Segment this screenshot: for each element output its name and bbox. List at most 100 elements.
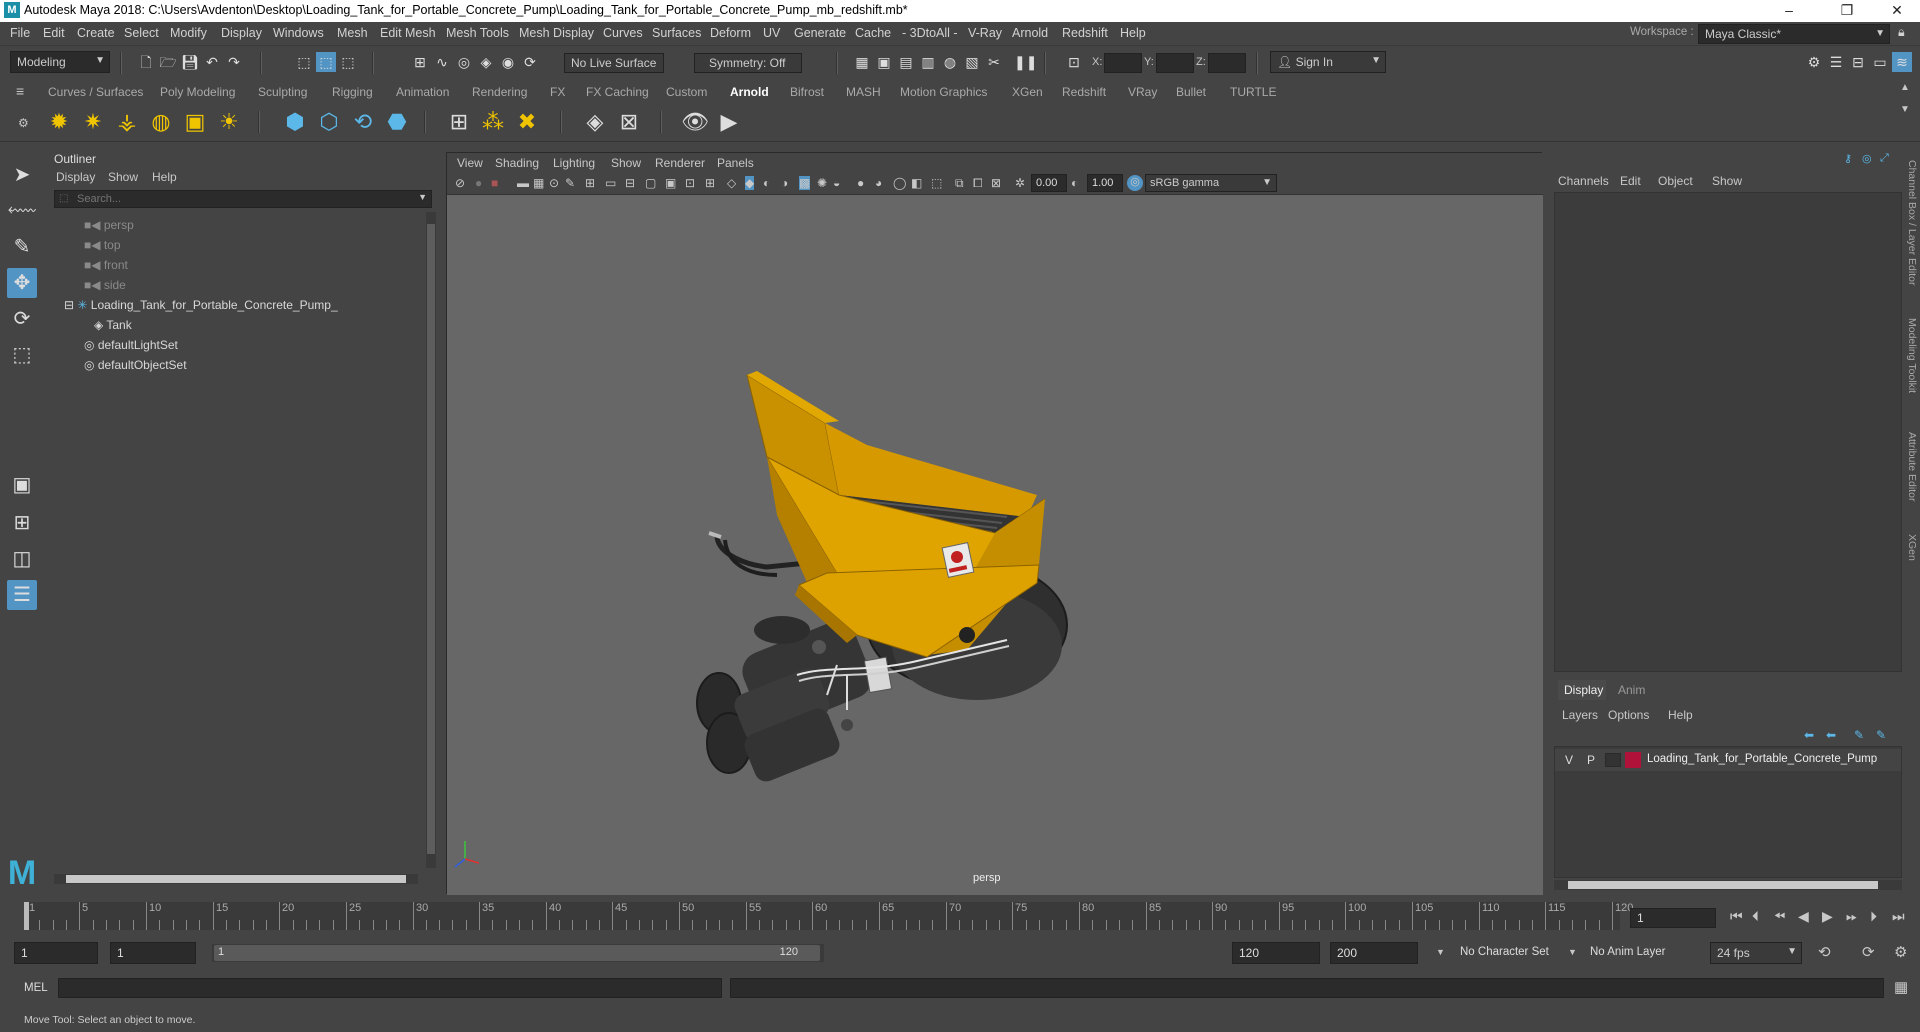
list-item[interactable]: ■◀ side [84,278,126,292]
two-d-pan-icon[interactable]: ⊙ [549,176,559,190]
menu-curves[interactable]: Curves [603,26,643,40]
viewport-menu-show[interactable]: Show [611,156,641,170]
snap-view-icon[interactable]: ◈ [476,52,496,72]
fps-dropdown[interactable]: 24 fps ▼ [1710,942,1802,964]
select-tool-icon[interactable]: ➤ [7,160,37,190]
four-view-layout-icon[interactable]: ⊞ [7,508,37,538]
undo-icon[interactable]: ↶ [202,52,222,72]
list-item[interactable]: ◈ Tank [94,318,132,332]
viewport-canvas[interactable]: persp [447,195,1543,895]
mesh-light-icon[interactable]: ✷ [78,107,108,137]
depth-of-field-icon[interactable]: ◧ [911,176,922,190]
modeling-toolkit-icon[interactable]: ⚙ [1804,52,1824,72]
select-component-icon[interactable]: ⬚ [338,52,358,72]
ipr-render-icon[interactable]: ▤ [896,52,916,72]
menu-uv[interactable]: UV [763,26,780,40]
shelf-scroll-down-icon[interactable]: ▼ [1900,104,1910,115]
side-tab-channel-box[interactable]: Channel Box / Layer Editor [1906,160,1918,286]
menu-create[interactable]: Create [77,26,115,40]
list-item[interactable]: ◎ defaultLightSet [84,338,178,352]
render-view-eye-icon[interactable]: 👁︎ [680,107,710,137]
film-gate-icon[interactable]: ▭ [605,176,616,190]
ambient-occlusion-icon[interactable]: ● [857,176,864,190]
script-editor-icon[interactable]: ▦ [1894,978,1908,996]
render-settings-icon[interactable]: ▥ [918,52,938,72]
playback-end-field[interactable]: 120 [1232,942,1320,964]
layer-visibility-toggle[interactable]: V [1565,753,1573,767]
lock-camera-icon[interactable]: ● [475,176,482,190]
menu-mesh-display[interactable]: Mesh Display [519,26,594,40]
xray-icon[interactable]: ⧉ [955,176,964,191]
menu-vray[interactable]: V-Ray [968,26,1002,40]
start-frame-field[interactable]: 1 [14,942,98,964]
exposure-field[interactable]: 0.00 [1031,174,1067,192]
volume-icon[interactable]: ⬣ [382,107,412,137]
smooth-shade-icon[interactable]: ◆ [745,176,755,190]
snap-grid-icon[interactable]: ⊞ [410,52,430,72]
tool-settings-icon[interactable]: ⊟ [1848,52,1868,72]
shelf-tab-bifrost[interactable]: Bifrost [790,85,824,99]
minimize-button[interactable]: – [1766,0,1812,22]
lock-icon[interactable]: 🔒︎ [1898,25,1905,40]
channel-box-icon[interactable]: ▭ [1870,52,1890,72]
color-space-dropdown[interactable]: sRGB gamma ▼ [1145,174,1277,192]
layer-playback-toggle[interactable]: P [1587,753,1595,767]
outliner-layout-icon[interactable]: ☰ [7,580,37,610]
tx-manager-icon[interactable]: ✖ [512,107,542,137]
list-item[interactable]: ■◀ front [84,258,128,272]
channels-menu-channels[interactable]: Channels [1558,174,1609,188]
skydome-light-icon[interactable]: ◍ [146,107,176,137]
time-slider-track[interactable]: 1 5 10 15 20 25 30 35 40 45 50 55 60 65 70 75 80 85 90 95 10… [24,902,1633,930]
shadows-icon[interactable]: ◒ [833,176,840,190]
y-field[interactable] [1156,53,1194,73]
outliner-vertical-scrollbar[interactable] [426,212,436,868]
viewport-menu-renderer[interactable]: Renderer [655,156,705,170]
symmetry-dropdown[interactable]: Symmetry: Off [694,53,802,73]
shelf-tab-poly-modeling[interactable]: Poly Modeling [160,85,235,99]
menu-cache[interactable]: Cache [855,26,891,40]
shelf-tab-motion-graphics[interactable]: Motion Graphics [900,85,987,99]
list-item[interactable]: ■◀ top [84,238,121,252]
menu-deform[interactable]: Deform [710,26,751,40]
channels-menu-edit[interactable]: Edit [1620,174,1641,188]
character-set-arrow-icon[interactable]: ▼ [1436,947,1445,957]
shelf-tab-fx-caching[interactable]: FX Caching [586,85,649,99]
outliner-menu-show[interactable]: Show [108,170,138,184]
menu-arnold[interactable]: Arnold [1012,26,1048,40]
search-options-icon[interactable]: ▼ [418,192,427,202]
collapse-icon[interactable]: ⊟ [64,298,77,312]
physical-sky-icon[interactable]: ☀ [214,107,244,137]
color-management-icon[interactable]: ◎ [1127,175,1143,191]
menu-set-dropdown[interactable]: Modeling ▼ [10,51,110,73]
lasso-tool-icon[interactable]: ⬳ [7,196,37,226]
shelf-tab-bullet[interactable]: Bullet [1176,85,1206,99]
safe-title-icon[interactable]: ⊞ [705,176,715,190]
snap-point-icon[interactable]: ◎ [454,52,474,72]
redo-icon[interactable]: ↷ [224,52,244,72]
menu-3dtoall[interactable]: - 3DtoAll - [902,26,958,40]
viewport-menu-view[interactable]: View [457,156,483,170]
sign-in-button[interactable]: 👤︎ Sign In ▼ [1270,51,1386,73]
auto-key-icon[interactable]: ⟳ [1862,943,1875,961]
menu-windows[interactable]: Windows [273,26,324,40]
menu-help[interactable]: Help [1120,26,1146,40]
current-frame-field[interactable]: 1 [1630,908,1716,928]
loop-icon[interactable]: ⟲ [1818,943,1831,961]
channel-box-icon-b[interactable]: ◎ [1862,152,1872,165]
menu-edit-mesh[interactable]: Edit Mesh [380,26,436,40]
shelf-tab-rigging[interactable]: Rigging [332,85,373,99]
light-editor-icon[interactable]: ✂ [984,52,1004,72]
grid-icon[interactable]: ⊞ [585,176,595,190]
rotate-tool-icon[interactable]: ⟳ [7,304,37,334]
move-layer-up-icon[interactable]: ⬅ [1804,728,1814,742]
exposure-icon[interactable]: ✲ [1015,176,1025,190]
xray-joints-icon[interactable]: ⧠ [973,176,983,191]
resolution-gate-icon[interactable]: ⊟ [625,176,635,190]
shelf-tab-custom[interactable]: Custom [666,85,707,99]
channels-menu-show[interactable]: Show [1712,174,1742,188]
curve-collector-icon[interactable]: ⟲ [348,107,378,137]
layer-menu-options[interactable]: Options [1608,708,1649,722]
shelf-tab-redshift[interactable]: Redshift [1062,85,1106,99]
live-surface-field[interactable]: No Live Surface [564,53,664,73]
new-layer-icon[interactable]: ✎ [1854,728,1864,742]
